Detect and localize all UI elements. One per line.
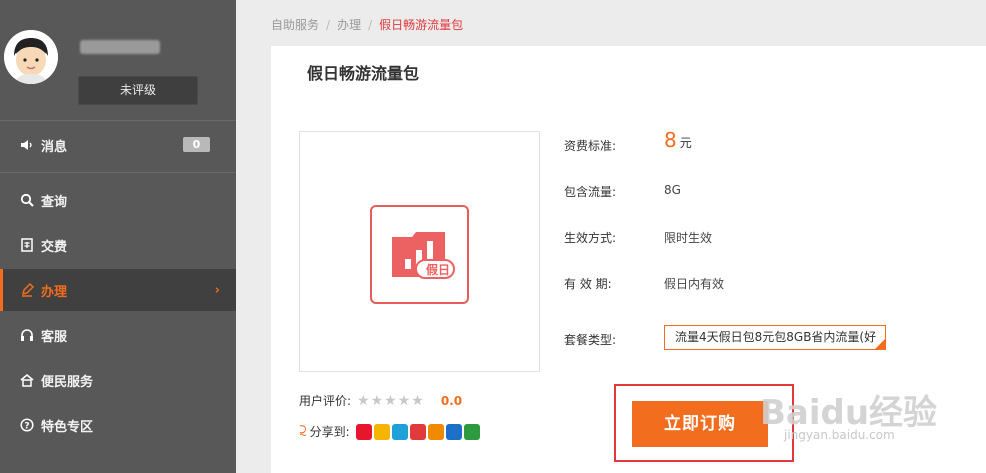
chevron-right-icon: › [214, 282, 220, 298]
tencent-weibo-icon[interactable] [391, 423, 408, 440]
sidebar: 未评级 消息 0 查询 交费 办理 › 客服 便民服务 ? 特色专区 [0, 0, 236, 473]
page-title: 假日畅游流量包 [307, 64, 420, 83]
nav-label: 便民服务 [41, 374, 94, 390]
rating-level-button[interactable]: 未评级 [78, 76, 198, 105]
price-unit: 元 [679, 136, 692, 150]
holiday-icon-label: 假日 [425, 263, 450, 277]
kaixin-icon[interactable] [409, 423, 426, 440]
qzone-icon[interactable] [373, 423, 390, 440]
package-type-label: 套餐类型: [564, 333, 617, 347]
breadcrumb-link-handle[interactable]: 办理 [337, 18, 361, 32]
nav-label: 办理 [41, 284, 68, 300]
star-rating-icon[interactable]: ★★★★★ [357, 393, 425, 409]
activation-label: 生效方式: [564, 231, 617, 245]
nav-label: 交费 [41, 239, 68, 255]
breadcrumb-separator: / [326, 18, 331, 32]
share-icons [355, 423, 482, 440]
home-icon [18, 371, 36, 389]
share-icon: ⫈ [299, 424, 307, 439]
pencil-icon [18, 281, 36, 299]
nav-label: 客服 [41, 329, 68, 345]
package-type-selected: 流量4天假日包8元包8GB省内流量(好 [675, 330, 877, 344]
validity-value: 假日内有效 [664, 277, 725, 291]
svg-text:?: ? [24, 422, 29, 432]
order-now-button[interactable]: 立即订购 [632, 401, 768, 447]
nav-item-handle[interactable]: 办理 › [0, 269, 236, 311]
nav-item-featured[interactable]: ? 特色专区 [0, 404, 236, 446]
breadcrumb-current: 假日畅游流量包 [379, 18, 464, 32]
nav-item-payment[interactable]: 交费 [0, 224, 236, 266]
selected-corner-icon [875, 339, 885, 349]
user-rating: 用户评价: ★★★★★ 0.0 [299, 392, 462, 409]
baidu-watermark: Baidu经验 [760, 393, 938, 433]
product-image-box: 假日 [299, 131, 540, 372]
headset-icon [18, 326, 36, 344]
fee-value: 8元 [664, 128, 692, 152]
douban-icon[interactable] [463, 423, 480, 440]
share-bar: ⫈ 分享到: [299, 423, 482, 440]
question-circle-icon: ? [18, 416, 36, 434]
nav-item-query[interactable]: 查询 [0, 179, 236, 221]
breadcrumb-link-self-service[interactable]: 自助服务 [271, 18, 319, 32]
renren-icon[interactable] [445, 423, 462, 440]
nav-divider [0, 120, 236, 121]
nav-label: 查询 [41, 194, 68, 210]
baidu-watermark-url: jingyan.baidu.com [784, 428, 895, 442]
nav-label: 消息 [41, 139, 68, 155]
data-value: 8G [664, 183, 681, 197]
nav-item-customer-service[interactable]: 客服 [0, 314, 236, 356]
profile-area: 未评级 [0, 0, 236, 118]
bill-icon [18, 236, 36, 254]
rating-score: 0.0 [440, 393, 463, 408]
data-label: 包含流量: [564, 185, 617, 199]
avatar[interactable] [4, 30, 58, 84]
validity-label: 有 效 期: [564, 277, 612, 291]
rating-label: 用户评价: [299, 394, 352, 408]
share-label: 分享到: [309, 425, 350, 439]
tianya-icon[interactable] [427, 423, 444, 440]
fee-label: 资费标准: [564, 139, 617, 153]
holiday-data-package-icon: 假日 [370, 205, 469, 304]
breadcrumb-separator: / [368, 18, 373, 32]
nav-item-convenience[interactable]: 便民服务 [0, 359, 236, 401]
message-count-badge: 0 [183, 137, 210, 152]
breadcrumb: 自助服务 / 办理 / 假日畅游流量包 [271, 16, 463, 33]
speaker-icon [18, 136, 36, 154]
nav-divider [0, 172, 236, 173]
weibo-icon[interactable] [355, 423, 372, 440]
username-blurred [80, 40, 160, 54]
nav-label: 特色专区 [41, 419, 94, 435]
price-number: 8 [664, 128, 677, 152]
package-type-select[interactable]: 流量4天假日包8元包8GB省内流量(好 [664, 325, 886, 350]
search-icon [18, 191, 36, 209]
page: 未评级 消息 0 查询 交费 办理 › 客服 便民服务 ? 特色专区 自助服务 … [0, 0, 986, 473]
activation-value: 限时生效 [664, 231, 713, 245]
nav-item-messages[interactable]: 消息 0 [0, 124, 236, 166]
